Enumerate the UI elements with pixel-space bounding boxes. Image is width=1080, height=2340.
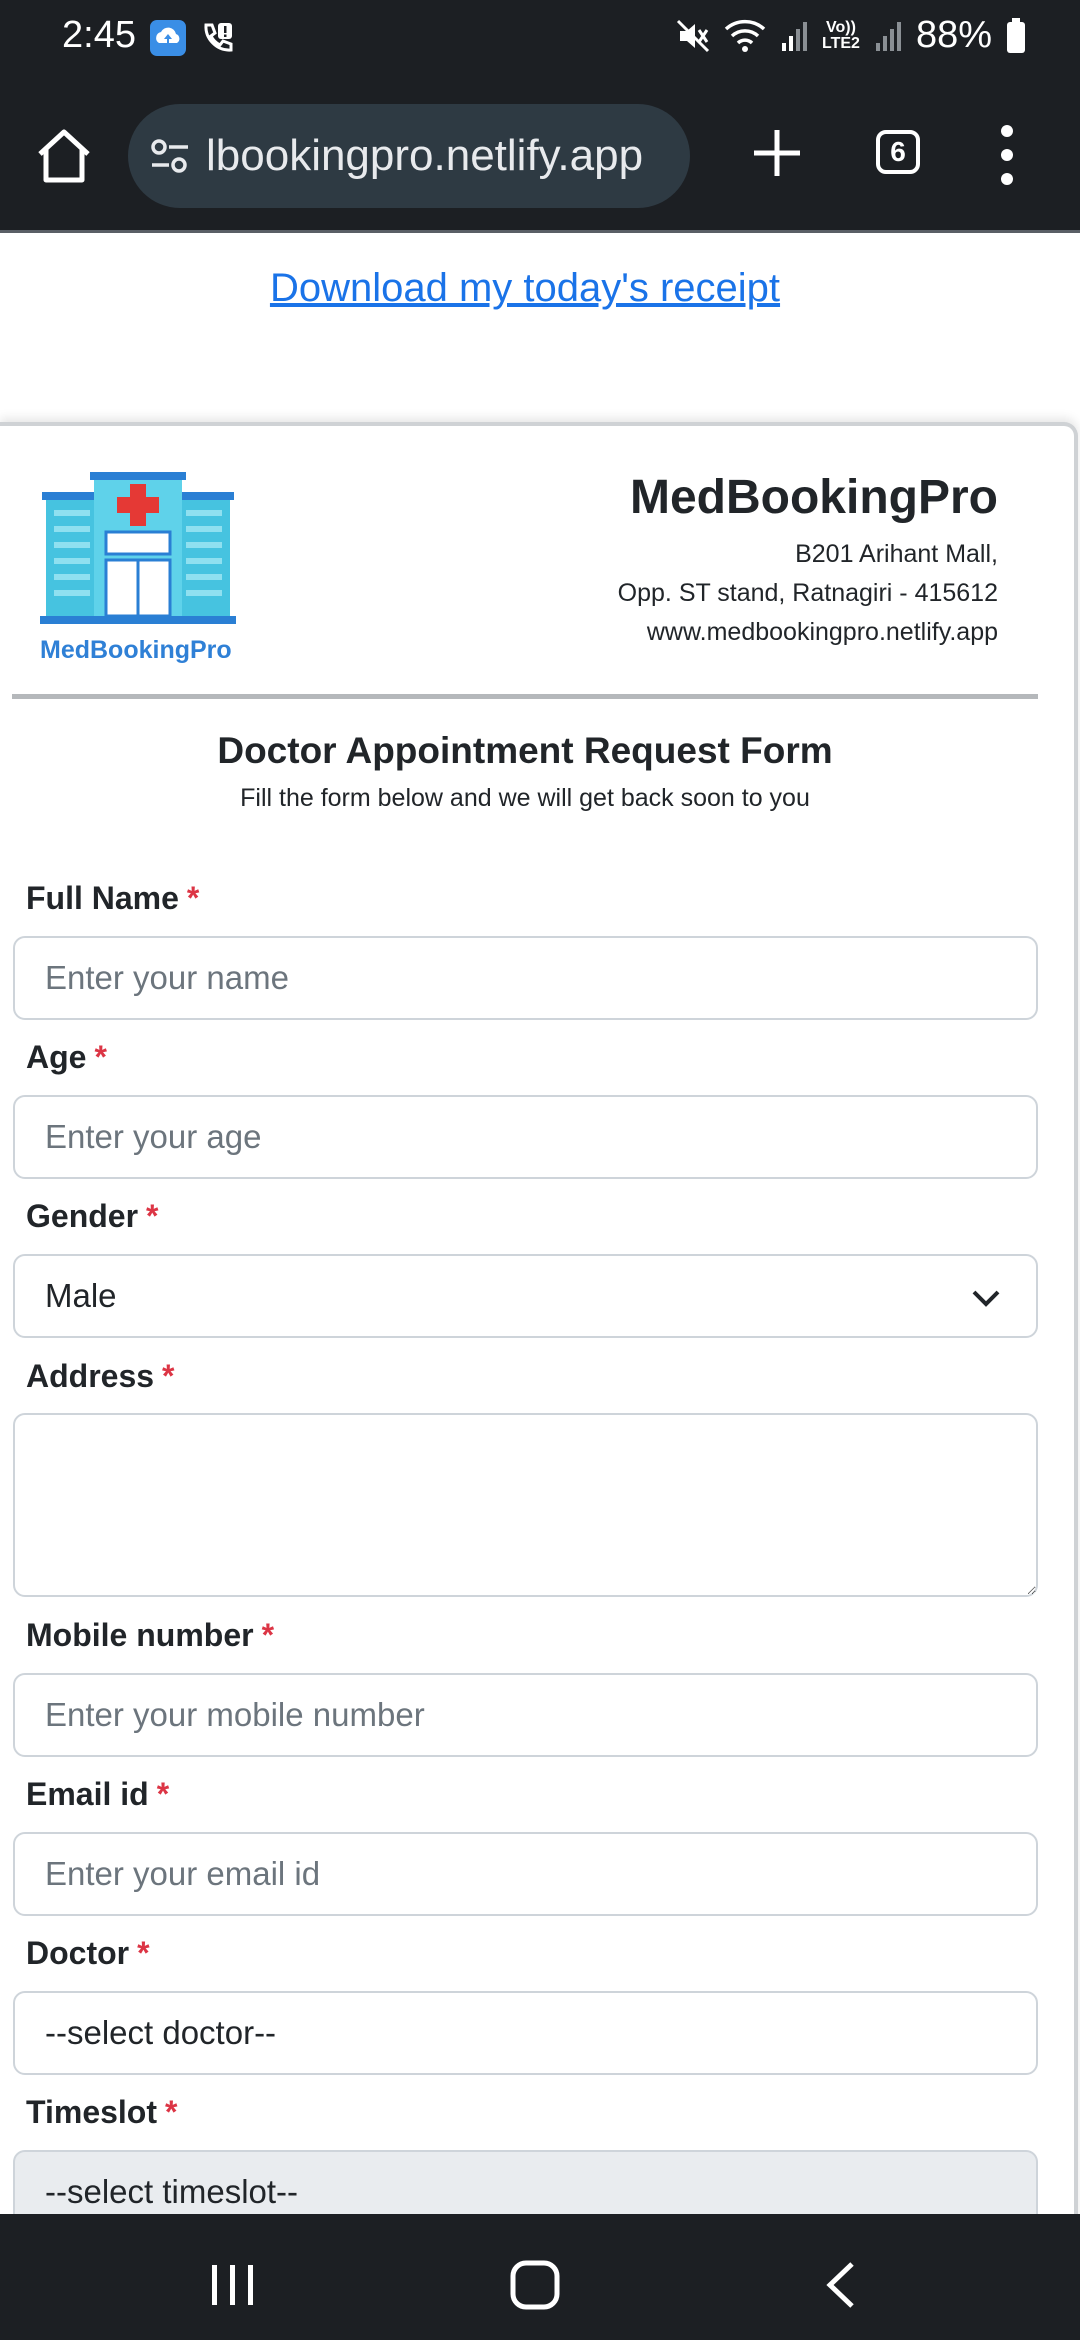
required-marker: * <box>146 1198 159 1234</box>
mute-icon <box>676 19 710 52</box>
website-text: www.medbookingpro.netlify.app <box>646 618 998 646</box>
timeslot-selected-value: --select timeslot-- <box>45 2173 299 2210</box>
download-receipt-link[interactable]: Download my today's receipt <box>0 266 1050 311</box>
full-name-label-text: Full Name <box>26 880 179 916</box>
doctor-label: Doctor * <box>26 1935 150 1972</box>
hospital-logo-icon <box>40 472 236 624</box>
battery-icon <box>1007 17 1025 53</box>
doctor-select[interactable]: --select doctor-- <box>13 1991 1038 2075</box>
tune-icon[interactable] <box>148 134 192 178</box>
header-divider <box>12 694 1038 699</box>
required-marker: * <box>156 1776 170 1812</box>
mobile-label: Mobile number * <box>26 1617 274 1654</box>
volte-label: Vo)) <box>826 18 856 36</box>
required-marker: * <box>162 1358 175 1394</box>
address-bar[interactable]: lbookingpro.netlify.app <box>128 104 690 208</box>
address-label: Address * <box>26 1358 175 1395</box>
required-marker: * <box>137 1935 150 1971</box>
doctor-selected-value: --select doctor-- <box>45 2014 277 2051</box>
wifi-icon <box>724 19 766 52</box>
recents-icon[interactable] <box>210 2262 256 2308</box>
email-label: Email id * <box>26 1776 169 1813</box>
address-line-2: Opp. ST stand, Ratnagiri - 415612 <box>617 579 998 607</box>
address-label-text: Address <box>26 1358 155 1394</box>
mobile-label-text: Mobile number <box>26 1617 254 1653</box>
required-marker: * <box>165 2094 178 2130</box>
home-icon[interactable] <box>34 126 94 186</box>
age-input[interactable] <box>13 1095 1038 1179</box>
signal-icon <box>782 21 807 51</box>
nav-home-icon[interactable] <box>510 2260 560 2310</box>
full-name-input[interactable] <box>13 936 1038 1020</box>
full-name-label: Full Name * <box>26 880 199 917</box>
email-input[interactable] <box>13 1832 1038 1916</box>
back-icon[interactable] <box>822 2260 858 2310</box>
mobile-input[interactable] <box>13 1673 1038 1757</box>
url-text[interactable]: lbookingpro.netlify.app <box>206 131 643 181</box>
email-label-text: Email id <box>26 1776 149 1812</box>
browser-toolbar: lbookingpro.netlify.app 6 <box>0 82 1080 233</box>
form-subtitle: Fill the form below and we will get back… <box>240 784 810 812</box>
battery-percent: 88% <box>915 14 992 56</box>
signal-icon-2 <box>875 21 901 51</box>
brand-title: MedBookingPro <box>630 471 998 524</box>
required-marker: * <box>261 1617 275 1653</box>
age-label: Age * <box>26 1039 107 1076</box>
required-marker: * <box>186 880 200 916</box>
age-label-text: Age <box>26 1039 87 1075</box>
lte-label: LTE2 <box>822 34 860 52</box>
gender-selected-value: Male <box>45 1277 117 1314</box>
timeslot-label: Timeslot * <box>26 2094 177 2131</box>
more-vert-icon[interactable] <box>1000 124 1014 186</box>
call-alert-icon <box>204 23 233 52</box>
doctor-label-text: Doctor <box>26 1935 130 1971</box>
tab-switcher-button[interactable]: 6 <box>876 130 920 174</box>
notification-icons <box>150 20 234 56</box>
volte-indicator: Vo)) LTE2 <box>822 18 860 52</box>
status-bar: 2:45 Vo)) LTE2 88% <box>0 0 1080 82</box>
address-line-1: B201 Arihant Mall, <box>795 540 998 568</box>
plus-icon[interactable] <box>748 124 806 182</box>
chevron-down-icon <box>972 1290 1000 1307</box>
cloud-upload-icon <box>150 20 186 56</box>
logo-caption: MedBookingPro <box>40 636 232 664</box>
required-marker: * <box>94 1039 107 1075</box>
system-indicators: Vo)) LTE2 88% <box>676 14 1026 57</box>
address-textarea[interactable] <box>13 1413 1038 1597</box>
form-title: Doctor Appointment Request Form <box>217 730 833 771</box>
system-navigation-bar <box>0 2214 1080 2340</box>
gender-label-text: Gender <box>26 1198 139 1234</box>
timeslot-label-text: Timeslot <box>26 2094 157 2130</box>
status-time: 2:45 <box>62 14 136 56</box>
gender-label: Gender * <box>26 1198 158 1235</box>
gender-select[interactable]: Male <box>13 1254 1038 1338</box>
